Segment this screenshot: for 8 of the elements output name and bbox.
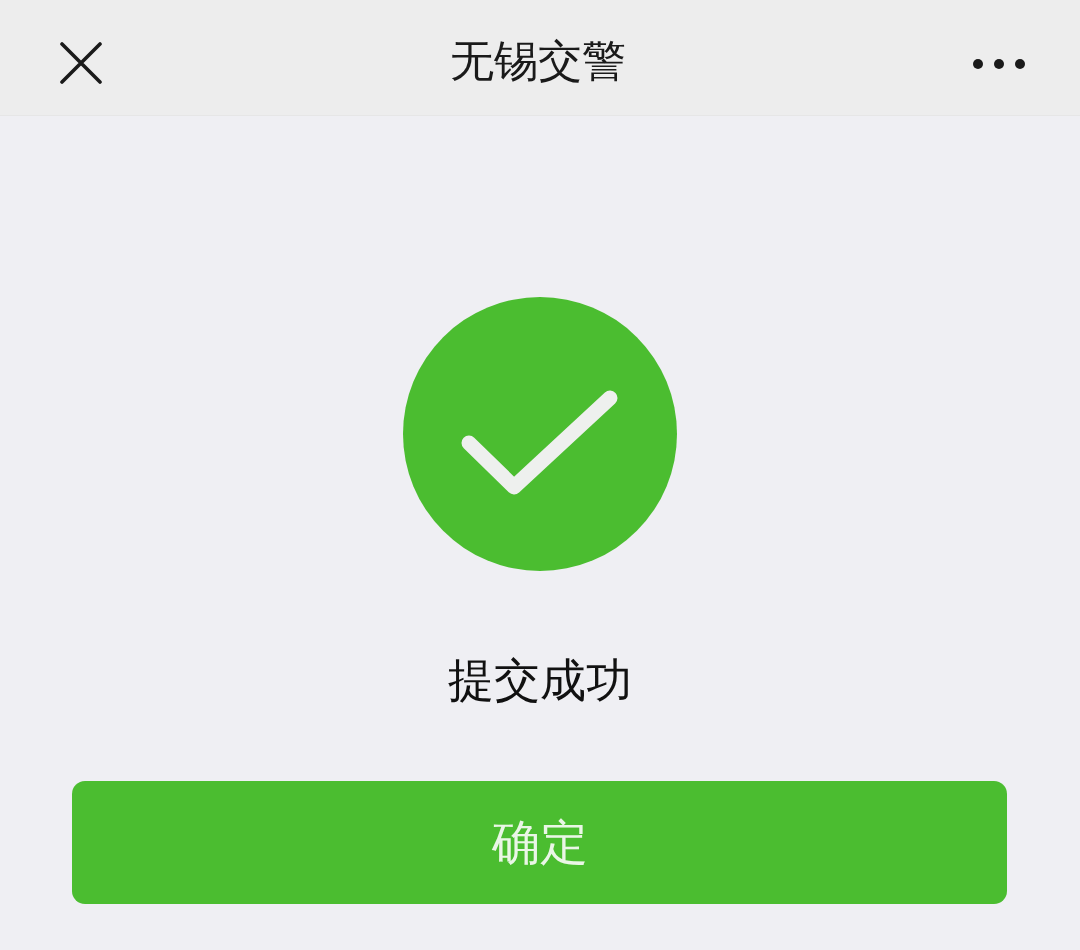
more-icon	[973, 58, 1025, 69]
check-circle-icon	[403, 297, 677, 571]
close-button[interactable]	[60, 41, 102, 84]
confirm-button[interactable]: 确定	[72, 781, 1007, 905]
page-title: 无锡交警	[449, 35, 626, 88]
result-message: 提交成功	[448, 653, 632, 709]
close-icon	[60, 41, 102, 84]
more-button[interactable]	[973, 58, 1025, 69]
